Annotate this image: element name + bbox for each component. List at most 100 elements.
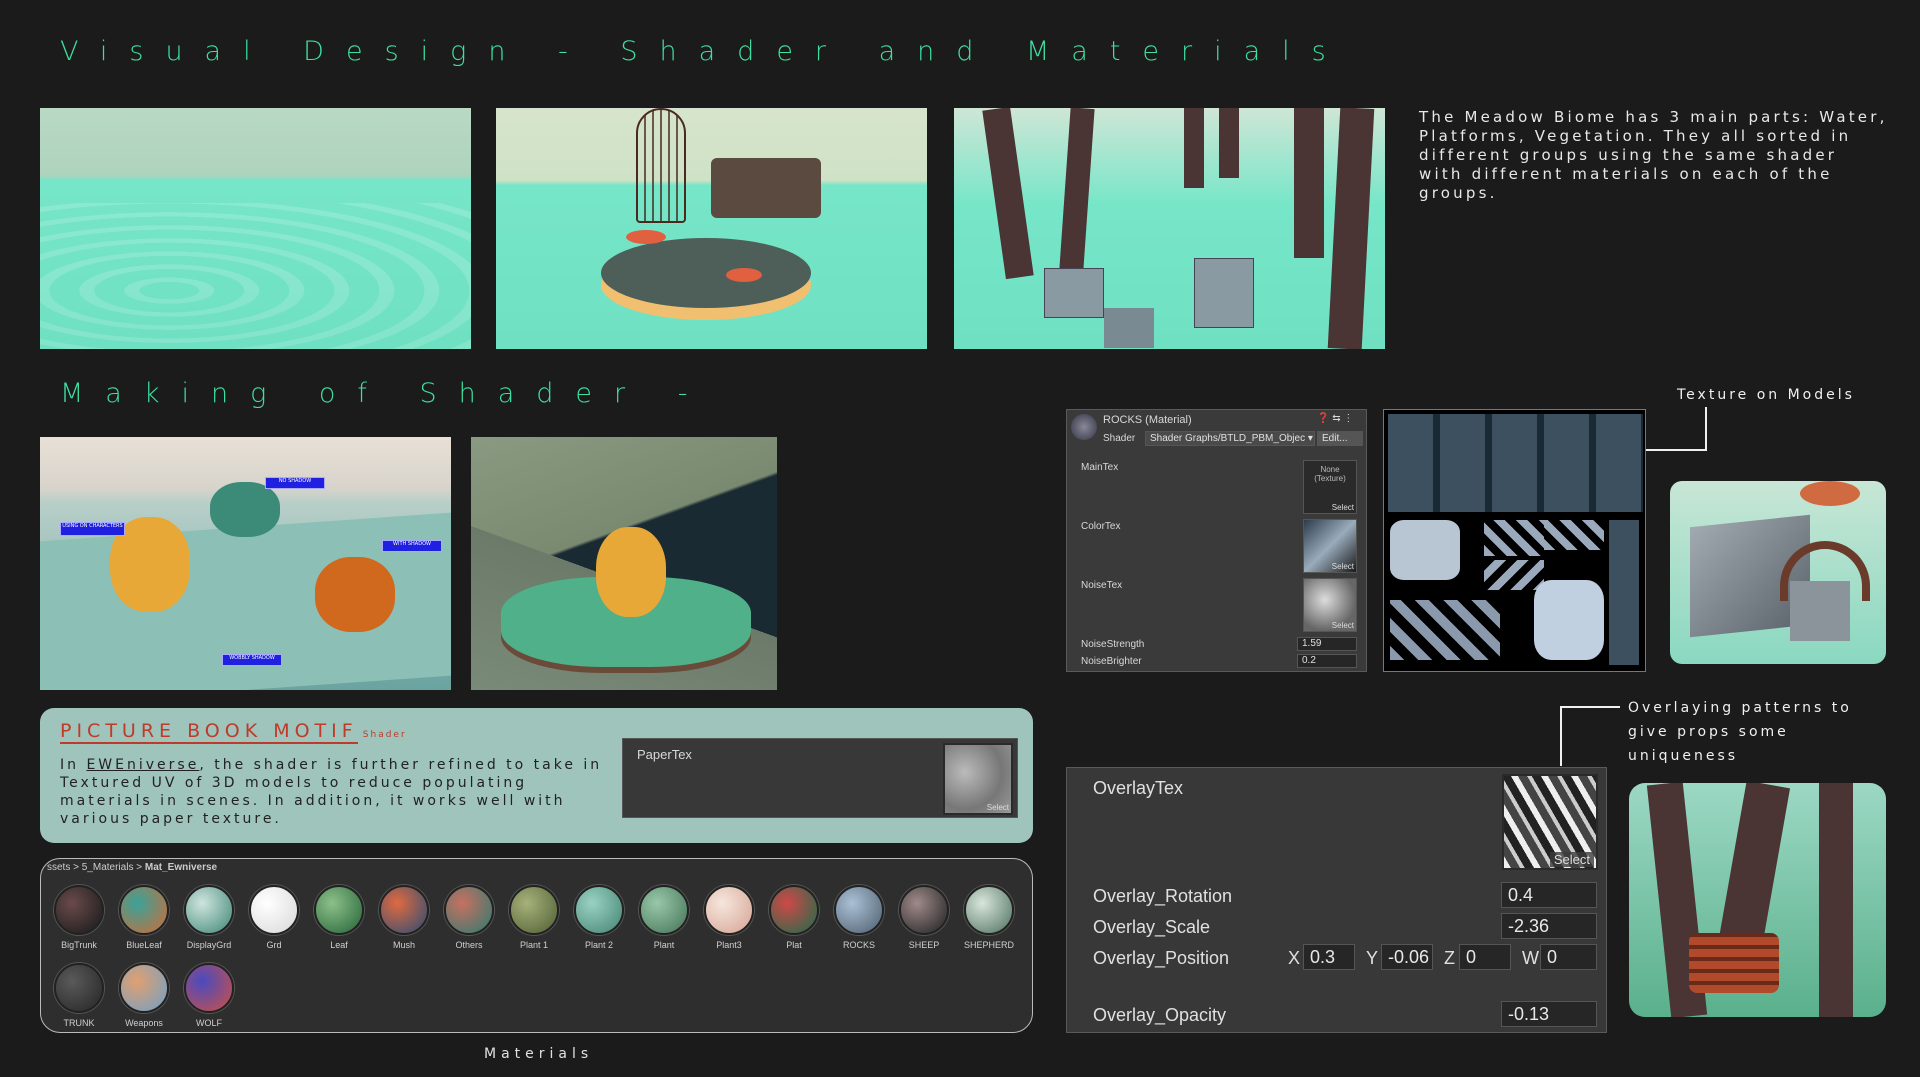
- material-item[interactable]: Leaf: [311, 885, 367, 950]
- material-thumbnail: [509, 885, 559, 935]
- overlay-inspector: OverlayTex Select Overlay_Rotation 0.4 O…: [1066, 767, 1607, 1033]
- material-item[interactable]: SHEPHERD: [961, 885, 1017, 950]
- position-x-field[interactable]: 0.3: [1303, 944, 1355, 970]
- material-thumbnail: [119, 885, 169, 935]
- material-item[interactable]: DisplayGrd: [181, 885, 237, 950]
- overlay-select-button[interactable]: Select: [1549, 852, 1594, 867]
- breadcrumb-separator: >: [136, 862, 143, 873]
- materials-caption: Materials: [484, 1046, 594, 1062]
- shader-value: Shader Graphs/BTLD_PBM_Objec: [1150, 433, 1306, 444]
- overlay-scale-field[interactable]: -2.36: [1501, 913, 1597, 939]
- material-name: Plant: [653, 940, 675, 950]
- overlay-opacity-label: Overlay_Opacity: [1093, 1005, 1227, 1025]
- maintex-slot[interactable]: None (Texture) Select: [1303, 460, 1357, 514]
- overlay-connector-line: [1560, 706, 1562, 766]
- material-thumbnail: [184, 963, 234, 1013]
- paper-tex-label: PaperTex: [637, 747, 692, 762]
- material-name: Mush: [392, 940, 415, 950]
- colortex-select-button[interactable]: Select: [1332, 562, 1354, 571]
- material-thumbnail: [54, 885, 104, 935]
- material-thumbnail: [704, 885, 754, 935]
- overlay-opacity-field[interactable]: -0.13: [1501, 1001, 1597, 1027]
- material-thumbnail: [574, 885, 624, 935]
- noise-strength-label: NoiseStrength: [1081, 639, 1145, 650]
- material-item[interactable]: Plant: [636, 885, 692, 950]
- material-thumbnail: [184, 885, 234, 935]
- material-item[interactable]: Plant 2: [571, 885, 627, 950]
- material-name: SHEEP: [908, 940, 940, 950]
- material-item[interactable]: Mush: [376, 885, 432, 950]
- colortex-slot[interactable]: Select: [1303, 519, 1357, 573]
- breadcrumb-current[interactable]: Mat_Ewniverse: [145, 862, 217, 873]
- position-y-field[interactable]: -0.06: [1381, 944, 1433, 970]
- material-item[interactable]: ROCKS: [831, 885, 887, 950]
- position-y-label: Y: [1366, 948, 1379, 968]
- shader-label: Shader: [1103, 433, 1136, 444]
- material-item[interactable]: BlueLeaf: [116, 885, 172, 950]
- overlay-position-label: Overlay_Position: [1093, 948, 1230, 968]
- material-thumbnail: [379, 885, 429, 935]
- motif-subtitle: Shader: [362, 730, 407, 740]
- character-demo-screenshot: [471, 437, 777, 690]
- edit-shader-button[interactable]: Edit...: [1317, 431, 1363, 446]
- overlay-rotation-field[interactable]: 0.4: [1501, 882, 1597, 908]
- inspector-menu-icons[interactable]: ❓ ⇆ ⋮: [1317, 413, 1353, 424]
- material-item[interactable]: Plat: [766, 885, 822, 950]
- tag-no-shadow: NO SHADOW: [265, 477, 325, 489]
- tag-using-on-characters: USING ON CHARACTERS: [60, 522, 125, 536]
- materials-browser: ssets > 5_Materials > Mat_Ewniverse BigT…: [40, 858, 1033, 1033]
- texture-on-models-caption: Texture on Models: [1677, 387, 1855, 403]
- material-thumbnail: [899, 885, 949, 935]
- noise-strength-field[interactable]: 1.59: [1297, 637, 1357, 651]
- position-z-label: Z: [1444, 948, 1455, 968]
- material-name: Plant 2: [584, 940, 614, 950]
- material-item[interactable]: BigTrunk: [51, 885, 107, 950]
- material-name: Plat: [786, 940, 802, 950]
- overlay-props-screenshot: [1629, 783, 1886, 1017]
- noisetex-slot[interactable]: Select: [1303, 578, 1357, 632]
- noisetex-select-button[interactable]: Select: [1332, 621, 1354, 630]
- meadow-water-screenshot: [40, 108, 471, 349]
- material-item[interactable]: Others: [441, 885, 497, 950]
- overlay-tex-label: OverlayTex: [1093, 778, 1184, 798]
- motif-description: In EWEniverse, the shader is further ref…: [60, 756, 620, 828]
- material-item[interactable]: Plant 1: [506, 885, 562, 950]
- paper-select-button[interactable]: Select: [987, 803, 1009, 812]
- meadow-vegetation-screenshot: [954, 108, 1385, 349]
- maintex-select-button[interactable]: Select: [1332, 503, 1354, 512]
- material-item[interactable]: TRUNK: [51, 963, 107, 1028]
- motif-heading: PICTURE BOOK MOTIF Shader: [60, 720, 407, 744]
- breadcrumb-separator: >: [73, 862, 79, 873]
- material-thumbnail: [769, 885, 819, 935]
- material-item[interactable]: Grd: [246, 885, 302, 950]
- eweniverse-link[interactable]: EWEniverse: [86, 757, 199, 773]
- motif-text-before: In: [60, 757, 87, 773]
- material-item[interactable]: SHEEP: [896, 885, 952, 950]
- making-title: Making of Shader -: [60, 378, 710, 409]
- paper-tex-field: PaperTex Select: [622, 738, 1018, 818]
- position-z-field[interactable]: 0: [1459, 944, 1511, 970]
- breadcrumb-assets[interactable]: ssets: [47, 862, 70, 873]
- position-x-label: X: [1288, 948, 1301, 968]
- material-item[interactable]: Weapons: [116, 963, 172, 1028]
- noisetex-label: NoiseTex: [1081, 580, 1123, 591]
- shader-dropdown[interactable]: Shader Graphs/BTLD_PBM_Objec ▾: [1145, 431, 1315, 446]
- material-name: Plant3: [716, 940, 742, 950]
- rock-model-screenshot: [1670, 481, 1886, 664]
- material-preview-icon: [1071, 414, 1097, 440]
- overlay-texture-slot[interactable]: Select: [1502, 774, 1598, 870]
- position-w-field[interactable]: 0: [1540, 944, 1597, 970]
- material-name: Weapons: [125, 1018, 163, 1028]
- rocks-material-inspector: ROCKS (Material) ❓ ⇆ ⋮ Shader Shader Gra…: [1066, 409, 1367, 672]
- picture-book-motif-panel: PICTURE BOOK MOTIF Shader In EWEniverse,…: [40, 708, 1033, 843]
- breadcrumb: ssets > 5_Materials > Mat_Ewniverse: [47, 862, 217, 873]
- material-item[interactable]: Plant3: [701, 885, 757, 950]
- breadcrumb-folder[interactable]: 5_Materials: [82, 862, 134, 873]
- material-thumbnail: [314, 885, 364, 935]
- paper-texture-slot[interactable]: Select: [943, 743, 1013, 815]
- material-item[interactable]: WOLF: [181, 963, 237, 1028]
- material-name: BlueLeaf: [126, 940, 162, 950]
- material-thumbnail: [964, 885, 1014, 935]
- texture-atlas-image: [1383, 409, 1646, 672]
- noise-brighter-field[interactable]: 0.2: [1297, 654, 1357, 668]
